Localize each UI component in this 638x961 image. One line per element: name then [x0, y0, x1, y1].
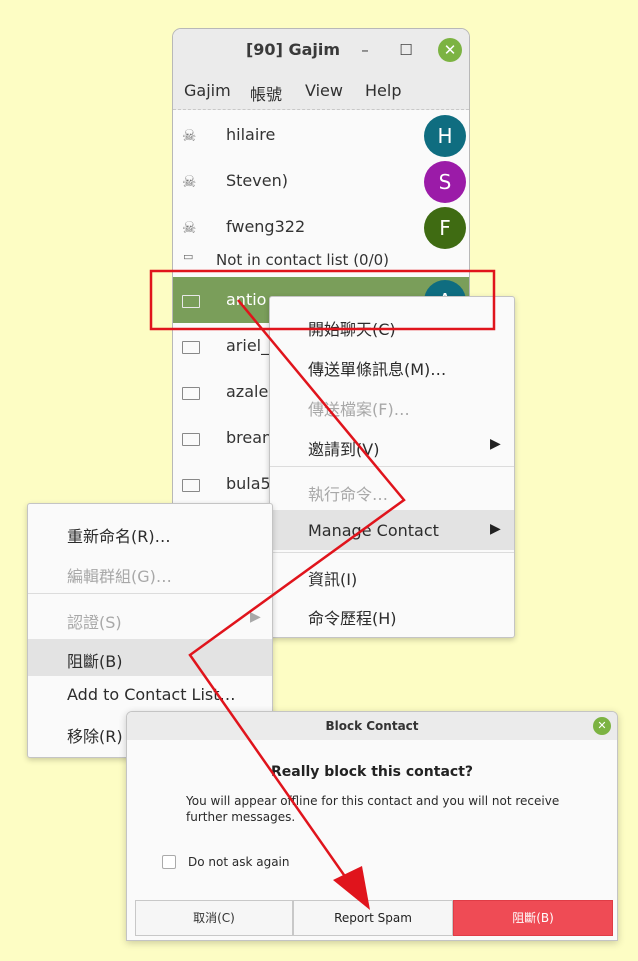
avatar: F	[424, 207, 466, 249]
submenu-arrow-icon: ▶	[490, 436, 501, 452]
group-header-not-in-list[interactable]: ▭ Not in contact list (0/0)	[173, 247, 469, 273]
menu-gajim[interactable]: Gajim	[184, 81, 231, 100]
menu-separator	[270, 552, 514, 553]
message-icon	[182, 385, 200, 404]
menu-item-label: Add to Contact List…	[67, 685, 236, 704]
do-not-ask-checkbox[interactable]	[162, 855, 176, 869]
message-icon	[182, 431, 200, 450]
menu-item-label: 執行命令…	[308, 485, 389, 504]
dialog-close-button[interactable]: ✕	[593, 717, 611, 735]
menu-separator	[270, 466, 514, 467]
dialog-title: Block Contact	[325, 719, 419, 733]
contact-name: antio	[226, 290, 267, 309]
do-not-ask-label[interactable]: Do not ask again	[188, 855, 290, 869]
contact-name: Steven)	[226, 171, 288, 190]
contact-name: fweng322	[226, 217, 306, 236]
message-icon	[182, 339, 200, 358]
contact-row[interactable]: ☠ hilaire H	[173, 112, 469, 158]
avatar: S	[424, 161, 466, 203]
menu-item-edit-groups[interactable]: 編輯群組(G)…	[28, 554, 272, 591]
contact-status-icon: ☠	[182, 218, 197, 237]
contact-row[interactable]: ☠ Steven) S	[173, 158, 469, 204]
contact-name: brean	[226, 428, 273, 447]
menu-item-label: 開始聊天(C)	[308, 320, 396, 339]
menu-item-send-file[interactable]: 傳送檔案(F)…	[270, 385, 514, 425]
minimize-button[interactable]: –	[354, 39, 376, 61]
menu-item-send-single-message[interactable]: 傳送單條訊息(M)…	[270, 345, 514, 385]
group-label: Not in contact list (0/0)	[216, 251, 390, 269]
menu-item-label: 編輯群組(G)…	[67, 567, 172, 586]
menu-view[interactable]: View	[305, 81, 343, 100]
message-icon	[182, 477, 200, 496]
menubar: Gajim 帳號 View Help	[173, 71, 469, 110]
menu-item-label: Manage Contact	[308, 521, 439, 540]
menu-item-label: 命令歷程(H)	[308, 609, 397, 628]
menu-item-add-to-contact-list[interactable]: Add to Contact List…	[28, 676, 272, 713]
menu-item-invite-to[interactable]: 邀請到(V) ▶	[270, 425, 514, 465]
contact-name: azale	[226, 382, 269, 401]
menu-item-label: 資訊(I)	[308, 570, 358, 589]
contact-row[interactable]: ☠ fweng322 F	[173, 204, 469, 250]
submenu-arrow-icon: ▶	[250, 609, 261, 625]
menu-item-label: 邀請到(V)	[308, 440, 380, 459]
window-title: [90] Gajim	[245, 40, 341, 59]
dialog-titlebar[interactable]: Block Contact ✕	[127, 712, 617, 740]
contact-name: ariel_	[226, 336, 270, 355]
block-button[interactable]: 阻斷(B)	[453, 900, 613, 936]
message-icon	[182, 293, 200, 312]
dialog-message: You will appear offline for this contact…	[186, 794, 560, 824]
cancel-button[interactable]: 取消(C)	[135, 900, 293, 936]
group-collapse-icon[interactable]: ▭	[183, 250, 193, 263]
contact-status-icon: ☠	[182, 172, 197, 191]
menu-item-label: 阻斷(B)	[67, 652, 123, 671]
contact-status-icon: ☠	[182, 126, 197, 145]
menu-help[interactable]: Help	[365, 81, 401, 100]
menu-item-manage-contact[interactable]: Manage Contact ▶	[270, 510, 514, 550]
menu-item-information[interactable]: 資訊(I)	[270, 555, 514, 595]
block-contact-dialog: Block Contact ✕ Really block this contac…	[126, 711, 618, 941]
menu-item-rename[interactable]: 重新命名(R)…	[28, 514, 272, 551]
menu-separator	[28, 593, 272, 594]
menu-item-label: 認證(S)	[67, 613, 122, 632]
menu-account[interactable]: 帳號	[250, 81, 282, 105]
menu-item-label: 移除(R)	[67, 727, 123, 746]
menu-item-label: 重新命名(R)…	[67, 527, 171, 546]
menu-item-execute-command[interactable]: 執行命令…	[270, 470, 514, 510]
report-spam-button[interactable]: Report Spam	[293, 900, 453, 936]
menu-item-label: 傳送檔案(F)…	[308, 400, 410, 419]
menu-item-block[interactable]: 阻斷(B)	[28, 639, 272, 676]
contact-name: bula5	[226, 474, 271, 493]
submenu-arrow-icon: ▶	[490, 521, 501, 537]
menu-item-history[interactable]: 命令歷程(H)	[270, 594, 514, 634]
dialog-heading: Really block this contact?	[270, 764, 474, 780]
contact-name: hilaire	[226, 125, 276, 144]
window-titlebar[interactable]: [90] Gajim – ☐ ✕	[173, 29, 469, 71]
maximize-button[interactable]: ☐	[395, 39, 417, 61]
menu-item-label: 傳送單條訊息(M)…	[308, 360, 447, 379]
avatar: H	[424, 115, 466, 157]
contact-context-menu: 開始聊天(C) 傳送單條訊息(M)… 傳送檔案(F)… 邀請到(V) ▶ 執行命…	[269, 296, 515, 638]
menu-item-authorization[interactable]: 認證(S) ▶	[28, 600, 272, 637]
close-button[interactable]: ✕	[438, 38, 462, 62]
menu-item-start-chat[interactable]: 開始聊天(C)	[270, 305, 514, 345]
